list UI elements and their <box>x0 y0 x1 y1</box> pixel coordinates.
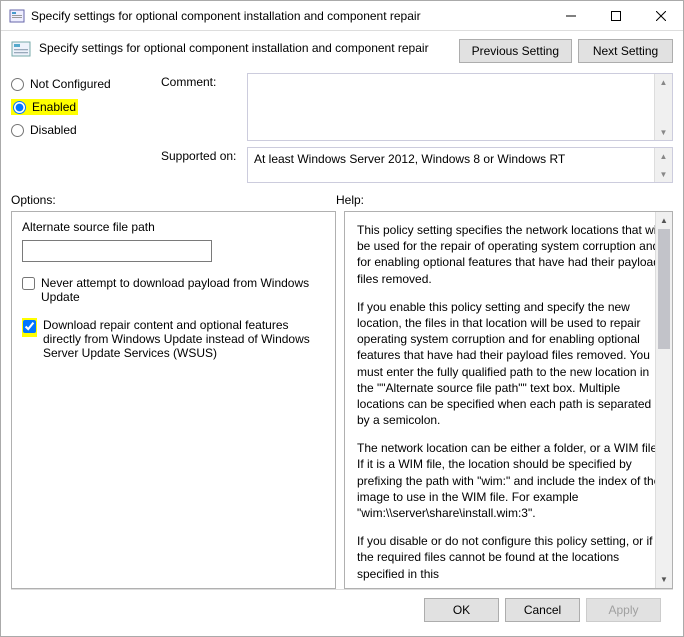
radio-enabled-input[interactable] <box>13 101 26 114</box>
ok-button[interactable]: OK <box>424 598 499 622</box>
checkbox-never-download-input[interactable] <box>22 277 35 290</box>
radio-disabled[interactable]: Disabled <box>11 123 151 137</box>
maximize-button[interactable] <box>593 1 638 30</box>
scroll-up-icon[interactable]: ▲ <box>655 74 672 90</box>
radio-enabled[interactable]: Enabled <box>11 99 151 115</box>
cancel-button[interactable]: Cancel <box>505 598 580 622</box>
comment-label: Comment: <box>161 73 241 89</box>
radio-not-configured[interactable]: Not Configured <box>11 77 151 91</box>
comment-value[interactable] <box>248 74 654 140</box>
apply-button: Apply <box>586 598 661 622</box>
help-scrollbar[interactable]: ▲ ▼ <box>655 212 672 588</box>
titlebar: Specify settings for optional component … <box>1 1 683 31</box>
previous-setting-button[interactable]: Previous Setting <box>459 39 572 63</box>
supported-on-value: At least Windows Server 2012, Windows 8 … <box>248 148 654 182</box>
close-button[interactable] <box>638 1 683 30</box>
policy-title: Specify settings for optional component … <box>39 39 451 55</box>
next-setting-button[interactable]: Next Setting <box>578 39 673 63</box>
help-p3: The network location can be either a fol… <box>357 440 662 521</box>
scroll-down-icon[interactable]: ▼ <box>655 124 672 140</box>
scroll-thumb[interactable] <box>658 229 670 349</box>
radio-disabled-label: Disabled <box>30 123 77 137</box>
supported-on-box: At least Windows Server 2012, Windows 8 … <box>247 147 673 183</box>
comment-scrollbar[interactable]: ▲ ▼ <box>654 74 672 140</box>
supported-on-label: Supported on: <box>161 147 241 163</box>
checkbox-wsus-bypass[interactable]: Download repair content and optional fea… <box>22 318 325 360</box>
scroll-down-icon: ▼ <box>655 166 672 182</box>
radio-enabled-label: Enabled <box>32 100 76 114</box>
help-label: Help: <box>336 193 364 207</box>
checkbox-wsus-bypass-input[interactable] <box>23 320 36 333</box>
help-p1: This policy setting specifies the networ… <box>357 222 662 287</box>
scroll-down-icon[interactable]: ▼ <box>656 571 672 588</box>
window-title: Specify settings for optional component … <box>31 9 548 23</box>
policy-icon <box>11 39 31 59</box>
radio-not-configured-label: Not Configured <box>30 77 111 91</box>
radio-disabled-input[interactable] <box>11 124 24 137</box>
checkbox-never-download[interactable]: Never attempt to download payload from W… <box>22 276 325 304</box>
radio-not-configured-input[interactable] <box>11 78 24 91</box>
comment-textarea[interactable]: ▲ ▼ <box>247 73 673 141</box>
supported-scrollbar: ▲ ▼ <box>654 148 672 182</box>
help-p2: If you enable this policy setting and sp… <box>357 299 662 429</box>
options-panel: Alternate source file path Never attempt… <box>11 211 336 589</box>
help-panel: This policy setting specifies the networ… <box>344 211 673 589</box>
scroll-up-icon[interactable]: ▲ <box>656 212 672 229</box>
alt-path-input[interactable] <box>22 240 212 262</box>
checkbox-wsus-bypass-label: Download repair content and optional fea… <box>43 318 325 360</box>
app-icon <box>9 8 25 24</box>
dialog-footer: OK Cancel Apply <box>11 589 673 630</box>
minimize-button[interactable] <box>548 1 593 30</box>
scroll-track[interactable] <box>656 229 672 571</box>
alt-path-label: Alternate source file path <box>22 220 325 234</box>
options-label: Options: <box>11 193 336 207</box>
help-text: This policy setting specifies the networ… <box>345 212 672 588</box>
scroll-up-icon: ▲ <box>655 148 672 164</box>
checkbox-never-download-label: Never attempt to download payload from W… <box>41 276 325 304</box>
help-p4: If you disable or do not configure this … <box>357 533 662 582</box>
